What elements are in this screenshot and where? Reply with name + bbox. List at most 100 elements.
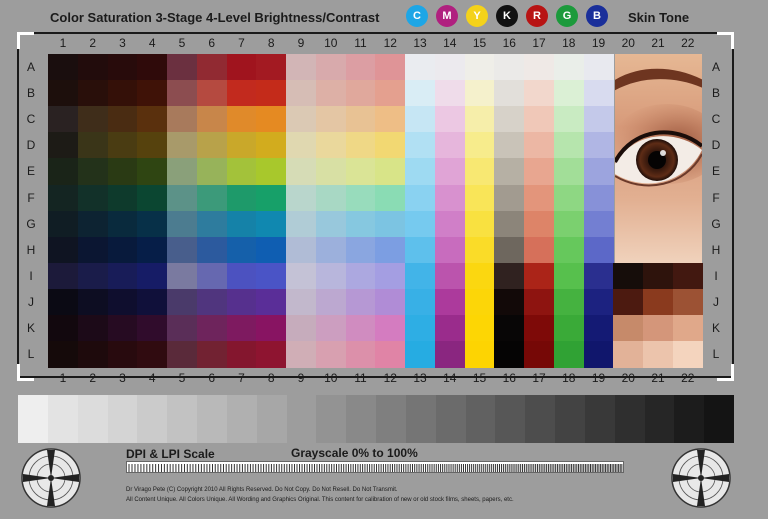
color-patch: [553, 132, 584, 159]
row-letter: F: [27, 190, 35, 205]
column-number: 11: [354, 36, 367, 50]
column-number: 18: [562, 36, 576, 50]
dpi-lpi-title: DPI & LPI Scale: [126, 447, 215, 461]
color-patch: [167, 315, 198, 342]
skin-tone-eye-image: [615, 54, 702, 263]
column-number: 1: [59, 371, 67, 385]
color-patch: [315, 341, 346, 368]
color-patch: [196, 132, 227, 159]
column-number: 14: [443, 371, 457, 385]
color-patch: [107, 54, 138, 81]
color-patch: [524, 158, 555, 185]
color-patch: [405, 262, 436, 290]
color-patch: [196, 288, 227, 316]
color-patch: [167, 288, 198, 316]
color-patch: [315, 315, 346, 342]
grayscale-step: [346, 395, 377, 443]
color-patch: [196, 184, 227, 212]
color-patch: [375, 132, 406, 159]
color-patch: [226, 80, 257, 107]
color-patch: [524, 315, 555, 342]
color-patch: [464, 158, 495, 185]
column-number: 3: [119, 371, 126, 385]
color-patch: [405, 54, 436, 81]
column-number: 10: [324, 371, 338, 385]
color-patch: [434, 54, 465, 81]
color-patch: [405, 80, 436, 107]
grayscale-strip: [18, 395, 735, 443]
resolution-target-right: [671, 448, 731, 508]
row-letter: L: [712, 347, 720, 362]
color-patch: [167, 262, 198, 290]
column-number: 16: [502, 371, 516, 385]
column-number: 7: [238, 36, 245, 50]
color-patch: [524, 288, 555, 316]
color-patch: [77, 288, 108, 316]
color-patch: [345, 184, 376, 212]
grayscale-step: [137, 395, 168, 443]
color-patch: [137, 236, 168, 264]
color-patch: [583, 132, 614, 159]
color-patch: [167, 54, 198, 81]
color-patch: [583, 184, 614, 212]
skin-tone-patch: [643, 341, 674, 368]
color-patch: [524, 262, 555, 290]
grayscale-step: [674, 395, 705, 443]
calibration-card: Color Saturation 3-Stage 4-Level Brightn…: [0, 0, 768, 519]
column-number: 12: [383, 36, 397, 50]
color-patch: [167, 184, 198, 212]
column-number: 15: [472, 36, 487, 50]
color-patch-grid: [48, 54, 703, 368]
color-patch: [494, 288, 525, 316]
color-patch: [553, 288, 584, 316]
color-patch: [464, 80, 495, 107]
color-patch: [107, 158, 138, 185]
color-patch: [375, 341, 406, 368]
color-patch: [434, 288, 465, 316]
column-number: 1: [59, 36, 67, 50]
color-patch: [375, 262, 406, 290]
row-letter: D: [26, 138, 36, 153]
color-patch: [48, 106, 79, 133]
column-number: 14: [443, 36, 457, 50]
color-patch: [494, 341, 525, 368]
color-patch: [196, 236, 227, 264]
skin-tone-patch: [643, 315, 674, 342]
color-patch: [345, 315, 376, 342]
color-patch: [434, 341, 465, 368]
color-patch: [256, 315, 287, 342]
color-patch: [196, 341, 227, 368]
color-patch: [524, 236, 555, 264]
color-patch: [77, 262, 108, 290]
color-patch: [375, 54, 406, 81]
color-patch: [405, 210, 436, 238]
color-patch: [107, 80, 138, 107]
color-patch: [256, 288, 287, 316]
color-patch: [77, 54, 108, 81]
color-patch: [345, 132, 376, 159]
row-letter: H: [26, 242, 36, 257]
color-patch: [226, 262, 257, 290]
registration-corner-bottom-right: [717, 364, 734, 381]
color-patch: [434, 262, 465, 290]
skin-tone-patch: [613, 315, 644, 342]
color-patch: [137, 158, 168, 185]
color-patch: [464, 236, 495, 264]
color-patch: [345, 210, 376, 238]
color-patch: [107, 184, 138, 212]
column-number: 13: [413, 371, 427, 385]
column-number: 13: [413, 36, 427, 50]
color-patch: [226, 288, 257, 316]
color-patch: [48, 132, 79, 159]
color-patch: [286, 210, 317, 238]
grayscale-step: [256, 395, 287, 443]
skin-tone-title: Skin Tone: [628, 10, 690, 25]
skin-tone-patch: [672, 288, 703, 316]
color-patch: [375, 315, 406, 342]
skin-tone-patch: [643, 288, 674, 316]
color-patch: [286, 158, 317, 185]
grayscale-step: [226, 395, 258, 443]
color-patch: [286, 236, 317, 264]
column-number: 4: [148, 36, 156, 50]
color-patch: [553, 236, 584, 264]
